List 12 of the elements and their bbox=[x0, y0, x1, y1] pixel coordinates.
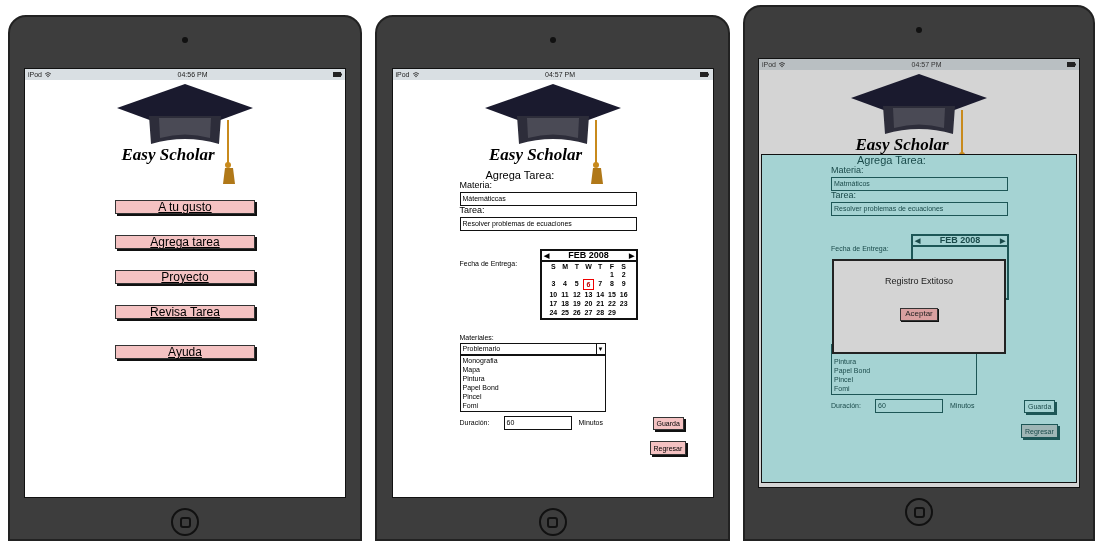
field-label: Tarea: bbox=[459, 206, 486, 215]
form-heading: Agrega Tarea: bbox=[857, 155, 927, 166]
calendar-month: FEB 2008 bbox=[568, 251, 609, 260]
app-title: Easy Scholar bbox=[120, 146, 216, 163]
app-title: Easy Scholar bbox=[854, 136, 950, 153]
calendar-month: FEB 2008 bbox=[939, 236, 981, 245]
field-label: Materia: bbox=[831, 166, 864, 175]
field-label: Materia: bbox=[459, 181, 492, 190]
dialog-message: Registro Extitoso bbox=[885, 275, 953, 288]
app-title: Easy Scholar bbox=[487, 146, 583, 163]
field-label: Tarea: bbox=[831, 191, 857, 200]
form-heading: Agrega Tarea: bbox=[485, 170, 556, 181]
